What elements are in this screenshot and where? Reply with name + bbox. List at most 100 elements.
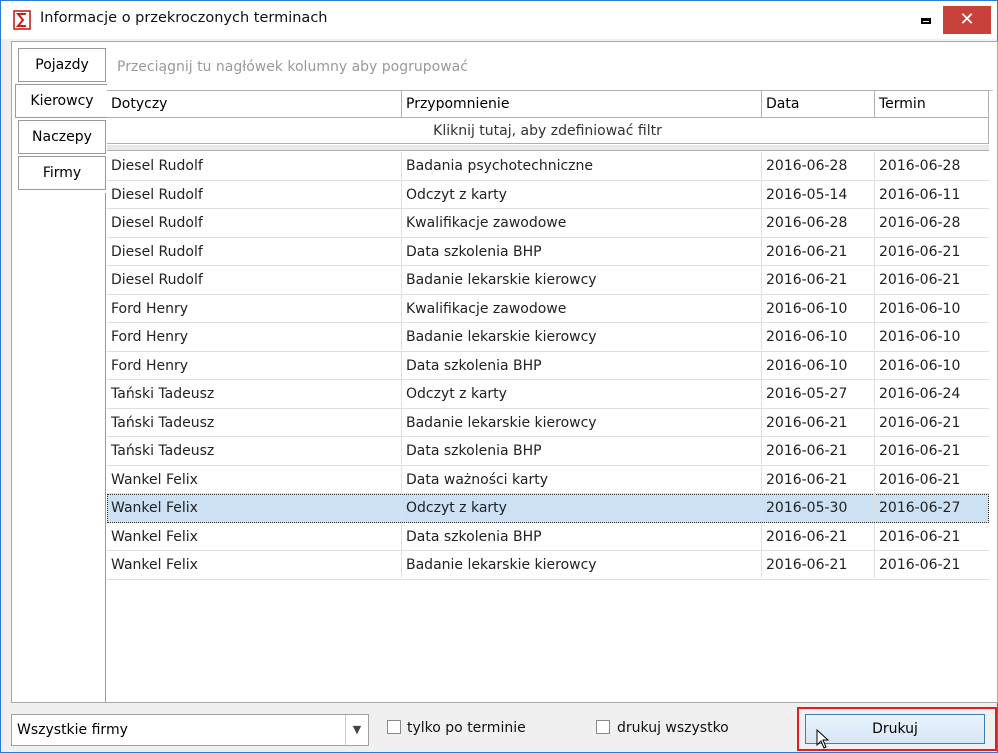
cell-termin: 2016-06-21: [879, 243, 961, 260]
table-row[interactable]: Diesel Rudolf Badanie lekarskie kierowcy 2…: [107, 266, 989, 295]
cell-dotyczy: Ford Henry: [107, 351, 402, 379]
cell-termin: 2016-06-21: [879, 557, 961, 573]
company-select-value: Wszystkie firmy: [17, 722, 128, 738]
window: Informacje o przekroczonych terminach ✕ …: [0, 0, 998, 753]
cell-dotyczy: Tański Tadeusz: [107, 408, 402, 436]
print-button[interactable]: Drukuj: [805, 714, 985, 744]
cell-dotyczy: Ford Henry: [107, 294, 402, 322]
window-title: Informacje o przekroczonych terminach: [40, 10, 328, 26]
cell-przypomnienie: Badanie lekarskie kierowcy: [402, 323, 762, 350]
cell-termin: 2016-06-21: [879, 414, 961, 431]
tab-kierowcy[interactable]: Kierowcy: [15, 84, 108, 118]
table-row[interactable]: Tański Tadeusz Badanie lekarskie kierowcy…: [107, 408, 989, 437]
cell-termin: 2016-06-21: [879, 272, 961, 288]
column-header-dotyczy[interactable]: Dotyczy: [107, 91, 402, 117]
cell-termin: 2016-06-21: [879, 443, 961, 459]
cell-dotyczy: Wankel Felix: [107, 494, 402, 521]
cell-data: 2016-06-10: [762, 351, 875, 379]
cell-dotyczy: Ford Henry: [107, 323, 402, 350]
only-overdue-checkbox[interactable]: [387, 720, 401, 734]
mouse-pointer-icon: [816, 729, 830, 749]
table-row[interactable]: Diesel Rudolf Kwalifikacje zawodowe 2016-0…: [107, 209, 989, 238]
table-row[interactable]: Tański Tadeusz Odczyt z karty 2016-05-27 20…: [107, 380, 989, 409]
table-row[interactable]: Ford Henry Data szkolenia BHP 2016-06-10 20…: [107, 351, 989, 380]
only-overdue-label: tylko po terminie: [407, 720, 526, 736]
table-row[interactable]: Wankel Felix Data ważności karty 2016-06-2…: [107, 465, 989, 494]
cell-data: 2016-06-10: [762, 294, 875, 322]
print-all-checkbox[interactable]: [596, 720, 610, 734]
table-row[interactable]: Diesel Rudolf Badania psychotechniczne 201…: [107, 152, 989, 181]
cell-przypomnienie: Badanie lekarskie kierowcy: [402, 408, 762, 436]
cell-przypomnienie: Data szkolenia BHP: [402, 351, 762, 379]
cell-data: 2016-06-21: [762, 237, 875, 265]
cell-termin: 2016-06-11: [879, 186, 961, 203]
company-select[interactable]: Wszystkie firmy ▼: [11, 714, 369, 746]
cell-termin: 2016-06-10: [879, 329, 961, 345]
cell-data: 2016-05-14: [762, 180, 875, 208]
group-hint: Przeciągnij tu nagłówek kolumny aby pogr…: [117, 59, 468, 75]
cell-dotyczy: Diesel Rudolf: [107, 266, 402, 293]
cell-dotyczy: Diesel Rudolf: [107, 180, 402, 208]
table-row[interactable]: Tański Tadeusz Data szkolenia BHP 2016-06-…: [107, 437, 989, 466]
cell-data: 2016-06-21: [762, 408, 875, 436]
table-row[interactable]: Diesel Rudolf Odczyt z karty 2016-05-14 201…: [107, 180, 989, 209]
cell-przypomnienie: Badanie lekarskie kierowcy: [402, 266, 762, 293]
tab-firmy[interactable]: Firmy: [18, 156, 106, 190]
grid-rows: Diesel Rudolf Badania psychotechniczne 201…: [107, 152, 989, 580]
tab-label: Firmy: [42, 165, 82, 181]
cell-data: 2016-06-21: [762, 437, 875, 464]
cell-data: 2016-06-21: [762, 522, 875, 550]
grid-separator: [107, 145, 989, 151]
tab-pojazdy[interactable]: Pojazdy: [18, 48, 106, 82]
cell-przypomnienie: Data szkolenia BHP: [402, 522, 762, 550]
column-header-termin[interactable]: Termin: [875, 91, 988, 117]
cell-termin: 2016-06-21: [879, 528, 961, 545]
chevron-down-icon[interactable]: ▼: [345, 715, 368, 745]
cell-przypomnienie: Badanie lekarskie kierowcy: [402, 551, 762, 578]
table-row[interactable]: Wankel Felix Badanie lekarskie kierowcy 20…: [107, 551, 989, 580]
print-all-label: drukuj wszystko: [617, 720, 729, 736]
cell-dotyczy: Diesel Rudolf: [107, 209, 402, 236]
grid-header: Dotyczy Przypomnienie Data Termin: [107, 90, 989, 118]
app-logo-icon: [13, 10, 31, 30]
cell-dotyczy: Tański Tadeusz: [107, 437, 402, 464]
close-icon: ✕: [959, 9, 975, 30]
table-row[interactable]: Ford Henry Badanie lekarskie kierowcy 2016…: [107, 323, 989, 352]
title-bar[interactable]: Informacje o przekroczonych terminach ✕: [1, 1, 997, 39]
tab-label: Naczepy: [32, 129, 92, 145]
cell-przypomnienie: Badania psychotechniczne: [402, 152, 762, 179]
cell-przypomnienie: Kwalifikacje zawodowe: [402, 294, 762, 322]
cell-data: 2016-05-27: [762, 380, 875, 407]
cell-termin: 2016-06-28: [879, 215, 961, 231]
tab-label: Kierowcy: [30, 93, 94, 109]
column-header-data[interactable]: Data: [762, 91, 875, 117]
cell-data: 2016-06-21: [762, 551, 875, 578]
table-row[interactable]: Wankel Felix Odczyt z karty 2016-05-30 2016…: [107, 494, 989, 523]
cell-dotyczy: Diesel Rudolf: [107, 237, 402, 265]
cell-termin: 2016-06-21: [879, 471, 961, 488]
table-row[interactable]: Ford Henry Kwalifikacje zawodowe 2016-06-1…: [107, 294, 989, 323]
cell-termin: 2016-06-10: [879, 300, 961, 317]
table-row[interactable]: Diesel Rudolf Data szkolenia BHP 2016-06-2…: [107, 237, 989, 266]
cell-termin: 2016-06-27: [879, 500, 961, 516]
column-header-przypomnienie[interactable]: Przypomnienie: [402, 91, 762, 117]
data-grid[interactable]: Przeciągnij tu nagłówek kolumny aby pogr…: [107, 42, 995, 702]
cell-przypomnienie: Odczyt z karty: [402, 380, 762, 407]
group-by-panel[interactable]: Przeciągnij tu nagłówek kolumny aby pogr…: [107, 42, 993, 91]
cell-dotyczy: Diesel Rudolf: [107, 152, 402, 179]
close-button[interactable]: ✕: [943, 6, 991, 34]
content-frame: Pojazdy Kierowcy Naczepy Firmy Przeciągn…: [11, 41, 998, 703]
cell-data: 2016-05-30: [762, 494, 875, 521]
cell-termin: 2016-06-24: [879, 386, 961, 402]
cell-przypomnienie: Data szkolenia BHP: [402, 437, 762, 464]
minimize-button[interactable]: [909, 6, 943, 34]
tab-divider: [105, 193, 106, 702]
cell-przypomnienie: Data szkolenia BHP: [402, 237, 762, 265]
tab-naczepy[interactable]: Naczepy: [18, 120, 106, 154]
filter-row[interactable]: Kliknij tutaj, aby zdefiniować filtr: [107, 118, 989, 144]
cell-przypomnienie: Odczyt z karty: [402, 494, 762, 521]
cell-przypomnienie: Kwalifikacje zawodowe: [402, 209, 762, 236]
cell-termin: 2016-06-10: [879, 357, 961, 374]
cell-dotyczy: Wankel Felix: [107, 551, 402, 578]
table-row[interactable]: Wankel Felix Data szkolenia BHP 2016-06-21…: [107, 522, 989, 551]
